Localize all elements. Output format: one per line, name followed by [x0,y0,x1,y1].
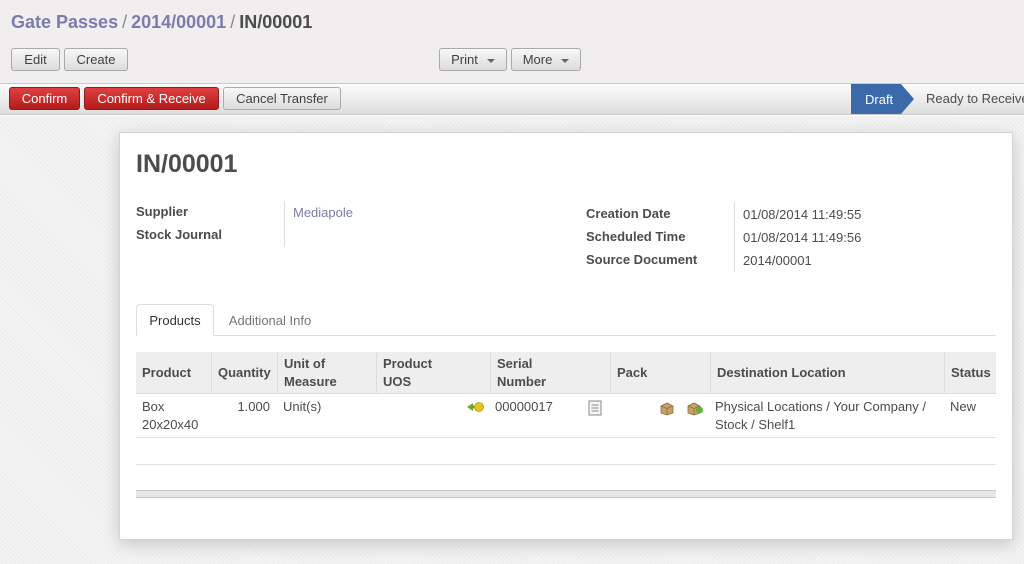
row-divider [136,464,996,465]
stock-journal-label: Stock Journal [136,227,222,242]
row-divider [136,437,996,438]
record-title: IN/00001 [136,150,238,178]
document-icon[interactable] [588,400,602,416]
package-icon[interactable] [659,402,675,416]
tab-products[interactable]: Products [136,304,214,336]
breadcrumb-separator: / [122,12,128,32]
scheduled-time-value: 01/08/2014 11:49:56 [743,230,862,245]
stage-draft-label: Draft [865,91,894,107]
create-button[interactable]: Create [64,48,128,71]
edit-button-label: Edit [24,52,47,67]
chevron-down-icon [486,58,495,63]
cancel-transfer-button[interactable]: Cancel Transfer [223,87,341,110]
split-lot-icon[interactable] [466,401,484,413]
cell-destination-location: Physical Locations / Your Company / Stoc… [715,399,927,432]
stage-draft[interactable]: Draft [851,84,901,114]
tab-divider [136,335,996,336]
column-serial-number[interactable]: Serial Number [490,352,610,394]
create-button-label: Create [76,52,116,67]
source-document-label: Source Document [586,252,698,267]
form-sheet [119,132,1013,540]
tab-additional-info[interactable]: Additional Info [214,304,326,336]
print-dropdown[interactable]: Print [439,48,507,71]
supplier-label: Supplier [136,204,189,219]
edit-button[interactable]: Edit [11,48,60,71]
scheduled-time-label: Scheduled Time [586,229,686,244]
cell-product: Box 20x20x40 [142,399,199,432]
breadcrumb-gate-passes[interactable]: Gate Passes [11,12,118,32]
breadcrumb-current: IN/00001 [239,12,313,32]
column-product[interactable]: Product [136,352,211,394]
column-status[interactable]: Status [944,352,996,394]
column-quantity[interactable]: Quantity [211,352,277,394]
more-dropdown[interactable]: More [511,48,581,71]
more-label: More [522,52,553,67]
source-document-value: 2014/00001 [743,253,812,268]
field-divider [284,202,285,246]
confirm-receive-label: Confirm & Receive [97,91,206,106]
creation-date-value: 01/08/2014 11:49:55 [743,207,862,222]
column-unit-of-measure[interactable]: Unit of Measure [277,352,376,394]
control-panel: Gate Passes/2014/00001/IN/00001 [0,0,1024,84]
breadcrumb: Gate Passes/2014/00001/IN/00001 [11,12,312,33]
cell-status: New [950,399,977,414]
cell-quantity: 1.000 [237,399,270,414]
print-label: Print [451,52,478,67]
supplier-link[interactable]: Mediapole [293,205,353,220]
cancel-transfer-label: Cancel Transfer [236,91,328,106]
table-footer [136,490,996,498]
breadcrumb-separator: / [230,12,236,32]
confirm-receive-button[interactable]: Confirm & Receive [84,87,219,110]
package-add-icon[interactable] [686,402,704,416]
field-divider [734,202,735,272]
cell-unit-of-measure: Unit(s) [283,399,322,414]
column-product-uos[interactable]: Product UOS [376,352,490,394]
creation-date-label: Creation Date [586,206,671,221]
cell-serial-number: 00000017 [495,399,553,414]
confirm-button[interactable]: Confirm [9,87,80,110]
confirm-button-label: Confirm [21,91,68,106]
chevron-down-icon [561,58,570,63]
stage-ready-to-receive[interactable]: Ready to Receive [926,91,1024,106]
stage-arrow [901,84,914,114]
breadcrumb-source[interactable]: 2014/00001 [131,12,226,32]
column-pack[interactable]: Pack [610,352,710,394]
column-destination-location[interactable]: Destination Location [710,352,944,394]
